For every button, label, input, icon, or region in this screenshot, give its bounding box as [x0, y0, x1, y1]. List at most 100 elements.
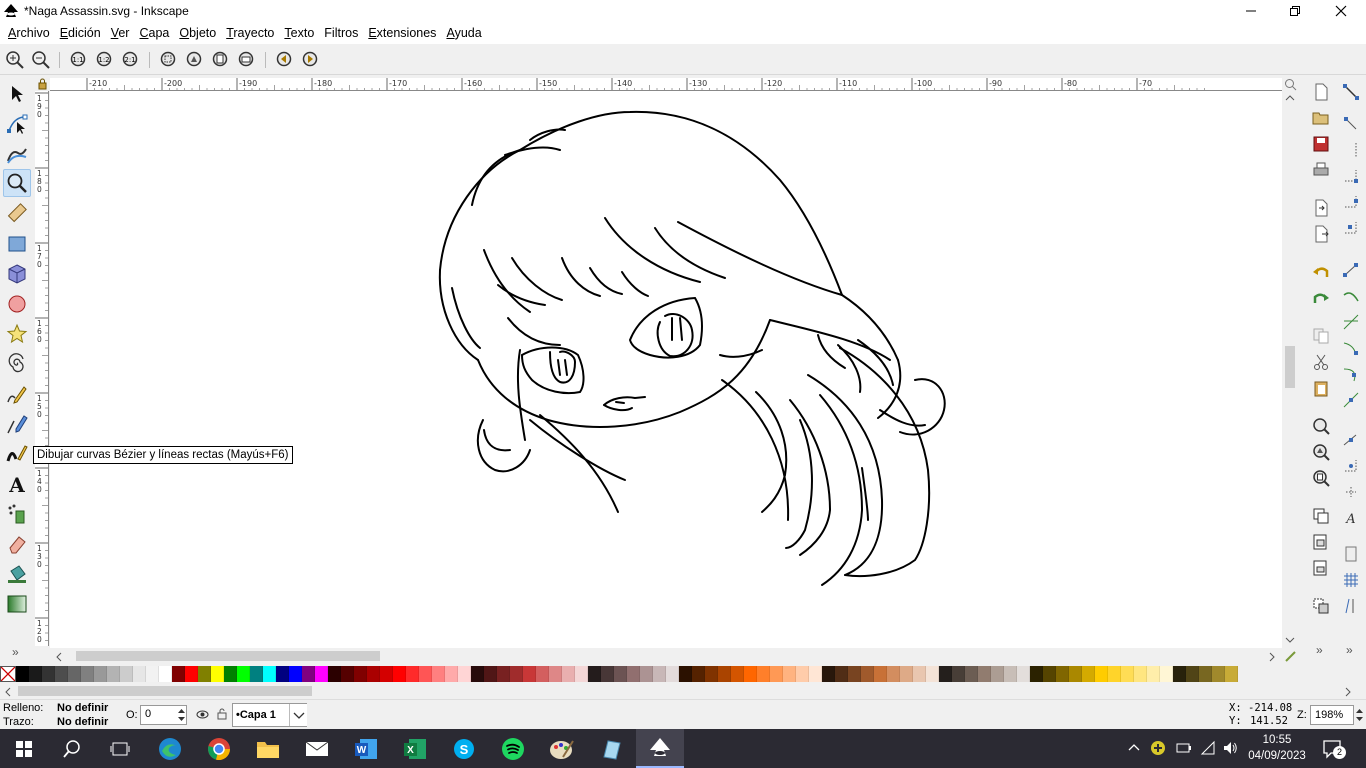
snap-overflow-icon[interactable]: » [1346, 643, 1353, 657]
chrome-button[interactable] [195, 729, 243, 768]
color-swatch[interactable] [588, 666, 601, 682]
color-swatch[interactable] [874, 666, 887, 682]
tray-plus-icon[interactable] [1150, 740, 1166, 756]
snap-bbox-midpoint-icon[interactable] [1342, 193, 1360, 211]
color-swatch[interactable] [1173, 666, 1186, 682]
color-swatch[interactable] [159, 666, 172, 682]
palette-scroll-left-icon[interactable] [4, 687, 12, 697]
spotify-button[interactable] [489, 729, 537, 768]
spray-tool[interactable] [3, 500, 31, 528]
color-swatch[interactable] [55, 666, 68, 682]
paste-icon[interactable] [1312, 379, 1330, 397]
color-swatch[interactable] [1212, 666, 1225, 682]
mail-button[interactable] [293, 729, 341, 768]
color-swatch[interactable] [822, 666, 835, 682]
color-swatch[interactable] [731, 666, 744, 682]
color-swatch[interactable] [146, 666, 159, 682]
measure-tool[interactable] [3, 200, 31, 228]
menu-archivo[interactable]: Archivo [3, 26, 55, 40]
zoom-drawing-icon[interactable] [185, 50, 205, 70]
file-explorer-button[interactable] [244, 729, 292, 768]
battery-icon[interactable] [1176, 741, 1192, 755]
snap-page-border-icon[interactable] [1342, 545, 1360, 563]
color-swatch[interactable] [29, 666, 42, 682]
color-swatch[interactable] [42, 666, 55, 682]
menu-objeto[interactable]: Objeto [174, 26, 221, 40]
layer-dropdown-chevron-icon[interactable] [289, 704, 307, 726]
color-swatch[interactable] [1030, 666, 1043, 682]
taskbar-clock[interactable]: 10:55 04/09/2023 [1244, 732, 1310, 764]
color-swatch[interactable] [250, 666, 263, 682]
color-swatch[interactable] [900, 666, 913, 682]
snap-bbox-center-icon[interactable] [1342, 219, 1360, 237]
snap-object-center-icon[interactable] [1342, 431, 1360, 449]
paint-button[interactable] [538, 729, 586, 768]
bezier-tool[interactable] [3, 410, 31, 438]
zoom-1-1-icon[interactable]: 1:1 [69, 50, 89, 70]
color-swatch[interactable] [185, 666, 198, 682]
selector-tool[interactable] [3, 80, 31, 108]
zoom-selection-cmd-icon[interactable] [1312, 417, 1330, 435]
export-icon[interactable] [1312, 225, 1330, 243]
color-swatch[interactable] [354, 666, 367, 682]
scroll-left-icon[interactable] [55, 652, 63, 662]
zoom-previous-icon[interactable] [275, 50, 295, 70]
start-button[interactable] [0, 729, 48, 768]
no-paint-swatch[interactable] [0, 666, 16, 682]
color-swatch[interactable] [172, 666, 185, 682]
color-mode-icon[interactable] [1284, 650, 1297, 663]
layer-visibility-eye-icon[interactable] [196, 708, 209, 721]
zoom-out-icon[interactable] [31, 50, 51, 70]
color-swatch[interactable] [263, 666, 276, 682]
color-swatch[interactable] [471, 666, 484, 682]
rectangle-tool[interactable] [3, 230, 31, 258]
save-icon[interactable] [1312, 135, 1330, 153]
zoom-2-1-icon[interactable]: 2:1 [121, 50, 141, 70]
color-swatch[interactable] [627, 666, 640, 682]
color-swatch[interactable] [393, 666, 406, 682]
snap-bbox-edge-icon[interactable] [1342, 141, 1360, 159]
snap-rotation-center-icon[interactable] [1342, 457, 1360, 475]
layer-lock-icon[interactable] [216, 707, 228, 720]
skype-button[interactable]: S [440, 729, 488, 768]
color-swatch[interactable] [510, 666, 523, 682]
snap-paths-icon[interactable] [1342, 287, 1360, 305]
menu-extensiones[interactable]: Extensiones [363, 26, 441, 40]
color-swatch[interactable] [1108, 666, 1121, 682]
zoom-correction-icon[interactable] [1284, 78, 1297, 91]
color-swatch[interactable] [237, 666, 250, 682]
ellipse-tool[interactable] [3, 290, 31, 318]
color-swatch[interactable] [81, 666, 94, 682]
palette-scroll-thumb[interactable] [18, 686, 312, 696]
cut-icon[interactable] [1312, 353, 1330, 371]
unlink-clone-icon[interactable] [1312, 559, 1330, 577]
snap-grid-icon[interactable] [1342, 571, 1360, 589]
color-swatch[interactable] [1095, 666, 1108, 682]
commands-overflow-icon[interactable]: » [1316, 643, 1323, 657]
color-swatch[interactable] [302, 666, 315, 682]
color-swatch[interactable] [497, 666, 510, 682]
color-swatch[interactable] [1082, 666, 1095, 682]
color-swatch[interactable] [211, 666, 224, 682]
color-swatch[interactable] [1004, 666, 1017, 682]
snap-text-baseline-icon[interactable]: A [1342, 509, 1360, 527]
color-swatch[interactable] [1147, 666, 1160, 682]
zoom-in-icon[interactable] [5, 50, 25, 70]
menu-ver[interactable]: Ver [106, 26, 135, 40]
copy-icon[interactable] [1312, 327, 1330, 345]
spiral-tool[interactable] [3, 350, 31, 378]
fill-value[interactable]: No definir [57, 702, 108, 714]
color-swatch[interactable] [939, 666, 952, 682]
menu-texto[interactable]: Texto [279, 26, 319, 40]
color-swatch[interactable] [458, 666, 471, 682]
color-swatch[interactable] [107, 666, 120, 682]
color-swatch[interactable] [705, 666, 718, 682]
new-document-icon[interactable] [1312, 83, 1330, 101]
tweak-tool[interactable] [3, 140, 31, 168]
color-swatch[interactable] [926, 666, 939, 682]
color-swatch[interactable] [523, 666, 536, 682]
color-swatch[interactable] [1121, 666, 1134, 682]
color-swatch[interactable] [315, 666, 328, 682]
color-swatch[interactable] [549, 666, 562, 682]
color-swatch[interactable] [328, 666, 341, 682]
